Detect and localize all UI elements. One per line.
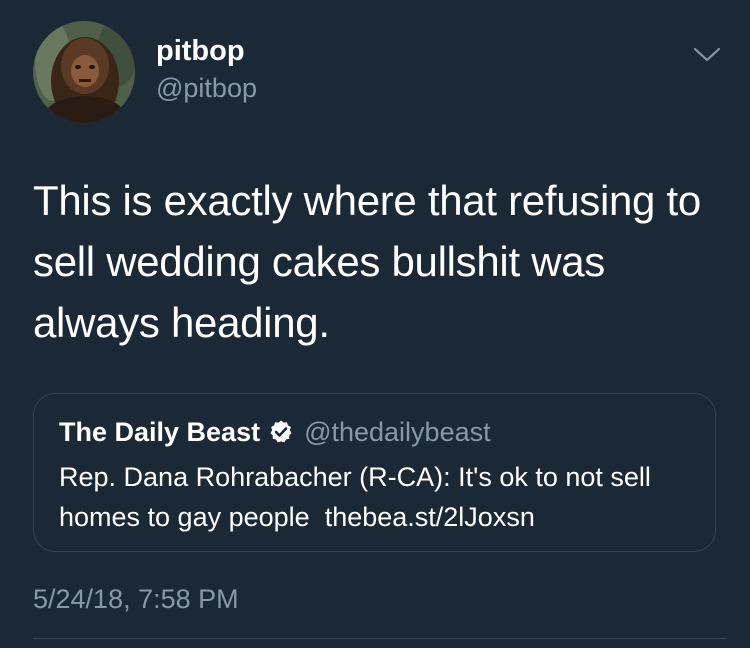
avatar-image [33,21,135,123]
avatar[interactable] [33,21,135,123]
quoted-tweet-link[interactable]: thebea.st/2lJoxsn [325,502,535,532]
quoted-tweet-header: The Daily Beast @thedailybeast [59,414,491,450]
quoted-tweet-card[interactable]: The Daily Beast @thedailybeast Rep. Dana… [33,393,716,552]
author-handle[interactable]: @pitbop [156,72,257,104]
divider [33,638,726,639]
author-display-name[interactable]: pitbop [156,34,245,68]
quoted-author-handle: @thedailybeast [304,416,491,447]
chevron-down-icon[interactable] [690,42,724,66]
tweet-text: This is exactly where that refusing to s… [33,177,701,346]
quoted-tweet-text: Rep. Dana Rohrabacher (R-CA): It's ok to… [59,457,699,537]
tweet-timestamp[interactable]: 5/24/18, 7:58 PM [33,583,239,615]
verified-badge-icon [268,419,294,445]
quoted-author-display-name: The Daily Beast [59,416,261,447]
tweet: pitbop @pitbop This is exactly where tha… [0,0,750,648]
